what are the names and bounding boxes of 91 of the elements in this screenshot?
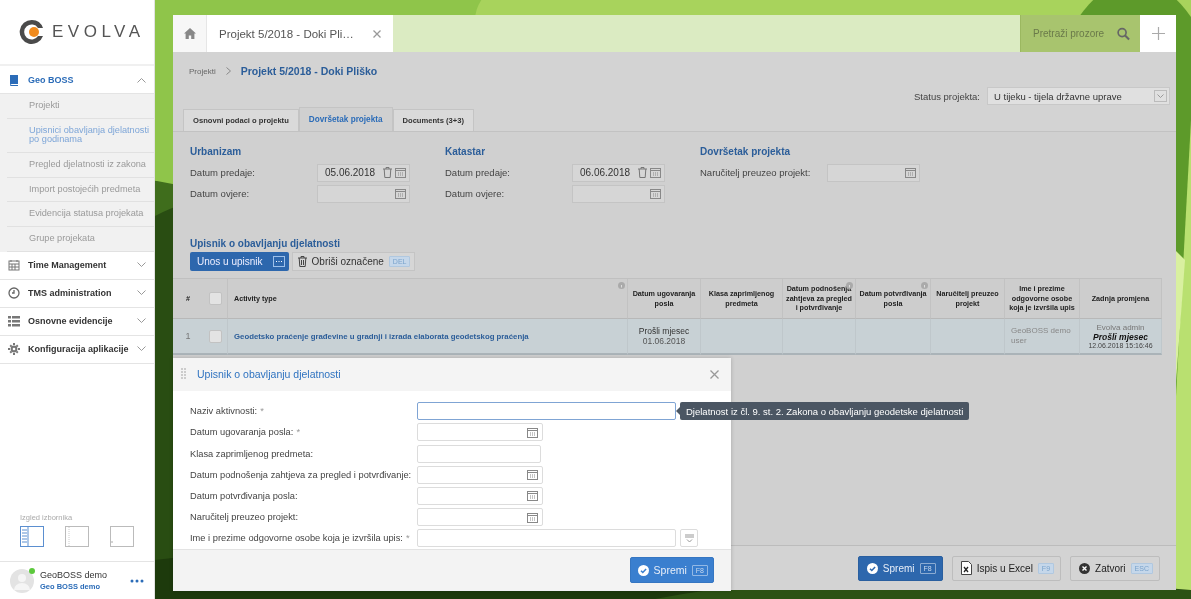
breadcrumb-link[interactable]: Projekti (189, 66, 216, 76)
row-checkbox[interactable] (208, 329, 222, 343)
field-label: Datum podnošenja zahtjeva za pregled i potvrđivanje: (190, 469, 413, 480)
list-icon (684, 533, 694, 543)
field-label: Naziv aktivnosti: * (190, 406, 265, 417)
spreadsheet-icon (960, 561, 972, 575)
field-label: Datum predaje: (190, 167, 256, 178)
menu-icon (8, 287, 20, 300)
close-icon[interactable] (710, 369, 719, 379)
check-icon (637, 564, 649, 576)
tab[interactable]: Dovršetak projekta (298, 107, 393, 131)
field-label: Klasa zaprimljenog predmeta: (190, 448, 314, 459)
trash-icon[interactable] (638, 167, 647, 178)
search-icon[interactable] (1117, 26, 1130, 41)
drag-handle-icon[interactable] (181, 368, 187, 381)
calendar-icon[interactable] (905, 167, 916, 178)
field-label: Ime i prezime odgovorne osobe koja je izvršila upis: * (190, 533, 411, 544)
section-title: Urbanizam (190, 146, 243, 157)
status-label: Status projekta: (914, 90, 980, 102)
calendar-icon[interactable] (527, 469, 538, 481)
field-label: Datum predaje: (445, 167, 511, 178)
check-icon (866, 562, 878, 574)
chevron-icon (137, 262, 146, 269)
layout-option[interactable] (110, 526, 134, 547)
input-field[interactable] (417, 402, 676, 421)
avatar-icon (10, 568, 34, 593)
field-label: Datum ovjere: (190, 188, 251, 199)
table-cell: 01.06.2018 (642, 336, 686, 346)
date-field[interactable] (317, 184, 410, 203)
section-title: Dovršetak projekta (700, 146, 792, 157)
field-label: Datum ugovaranja posla: * (190, 427, 301, 438)
more-icon[interactable] (130, 578, 144, 583)
layout-option[interactable] (20, 526, 44, 547)
home-tab[interactable] (173, 15, 207, 52)
table-cell-text: GeoBOSS demo user (1011, 325, 1072, 347)
select-all-checkbox[interactable] (208, 292, 222, 305)
plus-icon (1151, 27, 1165, 40)
date-field[interactable] (417, 423, 543, 442)
date-field[interactable]: 05.06.2018 (317, 163, 410, 182)
home-icon (183, 28, 196, 39)
chevron-icon (137, 290, 146, 297)
logo-icon (18, 18, 46, 46)
table-cell: Prošli mjesec (638, 326, 690, 336)
section-title: Upisnik o obavljanju djelatnosti (189, 238, 342, 249)
chevron-icon (225, 67, 231, 75)
logo-text: EVOLVA (52, 22, 145, 42)
calendar-icon[interactable] (650, 188, 661, 199)
menu-icon (8, 259, 20, 272)
info-icon (618, 282, 625, 289)
calendar-icon[interactable] (395, 167, 406, 178)
menu-icon (8, 73, 20, 86)
date-field[interactable] (417, 465, 543, 484)
date-field[interactable] (572, 184, 665, 203)
layout-option[interactable] (65, 526, 89, 547)
field-label: Naručitelj preuzeo projekt: (700, 167, 812, 178)
dropdown-icon (1154, 90, 1167, 102)
add-entry-button[interactable]: Unos u upisnik (190, 252, 289, 271)
date-field[interactable]: 06.06.2018 (572, 163, 665, 182)
more-icon (272, 256, 285, 267)
page-title: Projekt 5/2018 - Doki Pliško (240, 65, 378, 77)
menu-icon (8, 315, 20, 328)
lookup-button[interactable] (680, 529, 698, 548)
section-title: Katastar (445, 146, 487, 157)
close-icon[interactable] (373, 29, 381, 38)
date-field[interactable] (417, 508, 543, 527)
chevron-icon (137, 318, 146, 325)
chevron-icon (137, 76, 146, 83)
field-label: Naručitelj preuzeo projekt: (190, 512, 299, 523)
chevron-icon (137, 346, 146, 353)
date-field[interactable] (417, 486, 543, 505)
window-tab[interactable]: Projekt 5/2018 - Doki Pli… (207, 15, 393, 52)
calendar-icon[interactable] (527, 426, 538, 438)
menu-icon (8, 343, 20, 356)
trash-icon (297, 256, 307, 267)
search-field[interactable]: Pretraži prozore (1031, 27, 1111, 40)
user-name: GeoBOSS demo (40, 570, 109, 580)
calendar-icon[interactable] (395, 188, 406, 199)
calendar-icon[interactable] (527, 490, 538, 502)
trash-icon[interactable] (383, 167, 392, 178)
info-icon (921, 282, 928, 289)
close-icon (1079, 562, 1091, 574)
row-number: 1 (185, 331, 191, 341)
change-user: Evolva admin (1096, 323, 1145, 332)
change-time: Prošli mjesec (1093, 332, 1148, 342)
field-label: Datum ovjere: (445, 188, 506, 199)
calendar-icon[interactable] (650, 167, 661, 178)
calendar-icon[interactable] (527, 511, 538, 523)
date-field[interactable] (827, 163, 920, 182)
status-dropdown[interactable]: U tijeku - tijela državne uprave (987, 87, 1170, 105)
dialog-title: Upisnik o obavljanju djelatnosti (197, 368, 342, 381)
field-label: Datum potvrđivanja posla: (190, 490, 299, 501)
